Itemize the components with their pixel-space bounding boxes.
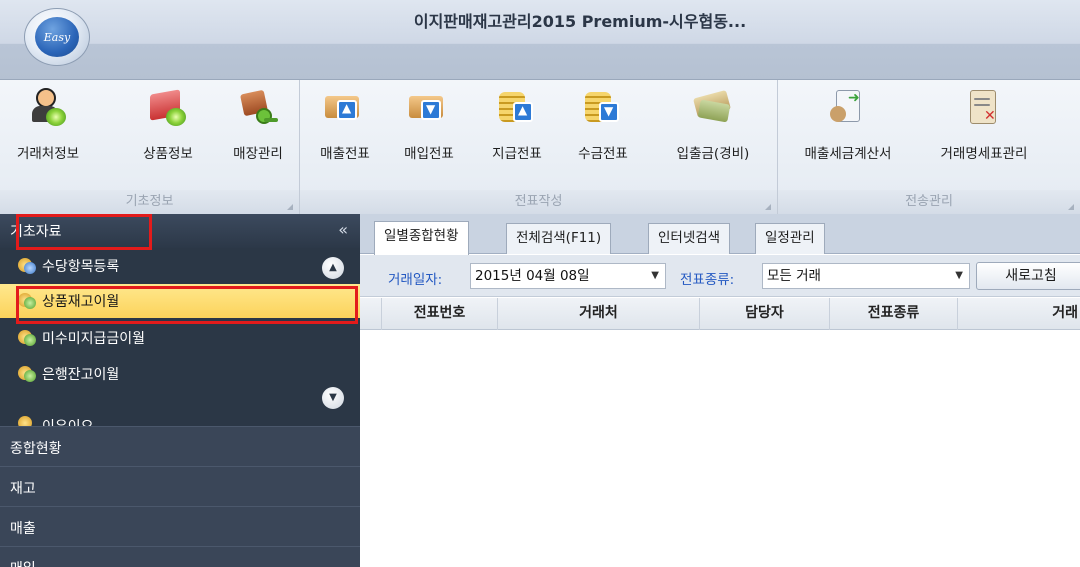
sales-tax-invoice-button[interactable]: ➜ 매출세금계산서 bbox=[786, 88, 910, 162]
group-expander-icon[interactable] bbox=[1068, 204, 1074, 210]
box-disc-icon bbox=[148, 88, 188, 128]
tab-schedule[interactable]: 일정관리 bbox=[755, 223, 825, 254]
person-disc-icon bbox=[28, 88, 68, 128]
group-expander-icon[interactable] bbox=[287, 204, 293, 210]
sidebar-list: 수당항목등록 상품재고이월 미수미지급금이월 은행잔고이월 ▲ ▼ bbox=[0, 248, 360, 426]
main-panel: 일별종합현황 전체검색(F11) 인터넷검색 일정관리 거래일자: 2015년 … bbox=[360, 214, 1080, 567]
sidebar-item-label: 미수미지급금이월 bbox=[42, 331, 146, 347]
payment-voucher-button[interactable]: ▲ 지급전표 bbox=[486, 88, 548, 162]
tab-bar: 일별종합현황 전체검색(F11) 인터넷검색 일정관리 bbox=[360, 214, 1080, 255]
box-down-arrow-icon: ▼ bbox=[409, 88, 449, 128]
ribbon-group-label: 기초정보 bbox=[0, 190, 299, 214]
ribbon: 거래처정보 상품정보 매장관리 기초정보 ▲ 매출전표 ▼ 매입전표 ▲ 지급전… bbox=[0, 80, 1080, 214]
document-send-icon: ➜ bbox=[828, 88, 868, 128]
sidebar-section-sales[interactable]: 매출 bbox=[0, 506, 360, 546]
collection-voucher-label: 수금전표 bbox=[578, 146, 628, 162]
grid-column-header[interactable]: 전표종류 bbox=[830, 298, 958, 330]
sidebar-item-label: 은행잔고이월 bbox=[42, 367, 120, 383]
voucher-type-select[interactable]: 모든 거래 ▼ bbox=[762, 263, 970, 289]
coin-icon bbox=[18, 258, 36, 274]
tab-internet-search[interactable]: 인터넷검색 bbox=[648, 223, 731, 254]
ribbon-group-voucher: ▲ 매출전표 ▼ 매입전표 ▲ 지급전표 ▼ 수금전표 입출금(경비) 전표작성 bbox=[300, 80, 778, 214]
store-management-button[interactable]: 매장관리 bbox=[218, 88, 298, 162]
grid-column-header[interactable] bbox=[360, 298, 382, 330]
sidebar-section-label: 재고 bbox=[10, 481, 36, 497]
refresh-button[interactable]: 새로고침 bbox=[976, 262, 1080, 290]
box-up-arrow-icon: ▲ bbox=[325, 88, 365, 128]
sidebar-item-receivables-carryover[interactable]: 미수미지급금이월 bbox=[0, 320, 360, 356]
sidebar-section-label: 매입 bbox=[10, 558, 36, 567]
grid-column-header[interactable]: 거래 bbox=[958, 298, 1080, 330]
coins-up-arrow-icon: ▲ bbox=[497, 88, 537, 128]
grid-column-header[interactable]: 담당자 bbox=[700, 298, 830, 330]
sidebar-item-bank-balance-carryover[interactable]: 은행잔고이월 bbox=[0, 356, 360, 392]
grid-header: 전표번호 거래처 담당자 전표종류 거래 bbox=[360, 298, 1080, 330]
sidebar-section-purchase[interactable]: 매입 bbox=[0, 546, 360, 567]
deposit-withdrawal-label: 입출금(경비) bbox=[676, 146, 750, 162]
customer-info-label: 거래처정보 bbox=[16, 146, 80, 162]
date-label: 거래일자: bbox=[388, 272, 443, 288]
payment-voucher-label: 지급전표 bbox=[492, 146, 542, 162]
clipboard-icon: ✕ bbox=[964, 88, 1004, 128]
purchase-voucher-button[interactable]: ▼ 매입전표 bbox=[398, 88, 460, 162]
coins-down-arrow-icon: ▼ bbox=[583, 88, 623, 128]
ribbon-group-label: 전표작성 bbox=[300, 190, 777, 214]
coin-icon bbox=[18, 416, 36, 426]
house-key-icon bbox=[238, 88, 278, 128]
sidebar-section-inventory[interactable]: 재고 bbox=[0, 466, 360, 506]
product-info-button[interactable]: 상품정보 bbox=[128, 88, 208, 162]
ribbon-group-transmission: ➜ 매출세금계산서 ✕ 거래명세표관리 전송관리 bbox=[778, 80, 1080, 214]
date-picker[interactable]: 2015년 04월 08일 ▼ bbox=[470, 263, 666, 289]
customer-info-button[interactable]: 거래처정보 bbox=[2, 88, 94, 162]
grid-column-header[interactable]: 전표번호 bbox=[382, 298, 498, 330]
money-stack-icon bbox=[692, 88, 733, 128]
tab-full-search[interactable]: 전체검색(F11) bbox=[506, 223, 612, 254]
coin-icon bbox=[18, 330, 36, 346]
filter-bar: 거래일자: 2015년 04월 08일 ▼ 전표종류: 모든 거래 ▼ 새로고침 bbox=[360, 255, 1080, 297]
product-info-label: 상품정보 bbox=[143, 146, 193, 162]
chevron-down-icon: ▼ bbox=[955, 270, 963, 281]
sidebar-item-label: 수당항목등록 bbox=[42, 259, 120, 275]
deposit-withdrawal-button[interactable]: 입출금(경비) bbox=[658, 88, 768, 162]
collapse-sidebar-icon[interactable]: « bbox=[338, 220, 348, 239]
sidebar-section-label: 매출 bbox=[10, 521, 36, 537]
sidebar-section-overview[interactable]: 종합현황 bbox=[0, 426, 360, 466]
collection-voucher-button[interactable]: ▼ 수금전표 bbox=[572, 88, 634, 162]
title-bar: Easy 이지판매재고관리2015 Premium-시우협동... bbox=[0, 0, 1080, 80]
sidebar-section-label: 종합현황 bbox=[10, 441, 62, 457]
coin-icon bbox=[18, 366, 36, 382]
sidebar-item-allowance-registration[interactable]: 수당항목등록 bbox=[0, 248, 360, 284]
sales-voucher-button[interactable]: ▲ 매출전표 bbox=[314, 88, 376, 162]
grid-column-header[interactable]: 거래처 bbox=[498, 298, 700, 330]
sales-voucher-label: 매출전표 bbox=[320, 146, 370, 162]
store-management-label: 매장관리 bbox=[233, 146, 283, 162]
purchase-voucher-label: 매입전표 bbox=[404, 146, 454, 162]
transaction-statement-button[interactable]: ✕ 거래명세표관리 bbox=[922, 88, 1046, 162]
scroll-up-button[interactable]: ▲ bbox=[322, 257, 344, 279]
transaction-statement-label: 거래명세표관리 bbox=[940, 146, 1028, 162]
window-title: 이지판매재고관리2015 Premium-시우협동... bbox=[413, 12, 747, 31]
ribbon-group-basic-info: 거래처정보 상품정보 매장관리 기초정보 bbox=[0, 80, 300, 214]
chevron-down-icon: ▼ bbox=[651, 270, 659, 281]
tab-daily-overview[interactable]: 일별종합현황 bbox=[374, 221, 469, 255]
voucher-type-label: 전표종류: bbox=[680, 272, 735, 288]
sidebar-item-label: 이우이오 bbox=[42, 416, 94, 426]
highlight-box bbox=[16, 286, 358, 324]
sidebar: 기초자료 « 수당항목등록 상품재고이월 미수미지급금이월 은행잔고이월 ▲ ▼… bbox=[0, 214, 360, 567]
sales-tax-invoice-label: 매출세금계산서 bbox=[804, 146, 892, 162]
sidebar-item-partial[interactable]: 이우이오 bbox=[0, 392, 360, 426]
scroll-down-button[interactable]: ▼ bbox=[322, 387, 344, 409]
ribbon-group-label: 전송관리 bbox=[778, 190, 1080, 214]
group-expander-icon[interactable] bbox=[765, 204, 771, 210]
highlight-box bbox=[16, 214, 152, 250]
